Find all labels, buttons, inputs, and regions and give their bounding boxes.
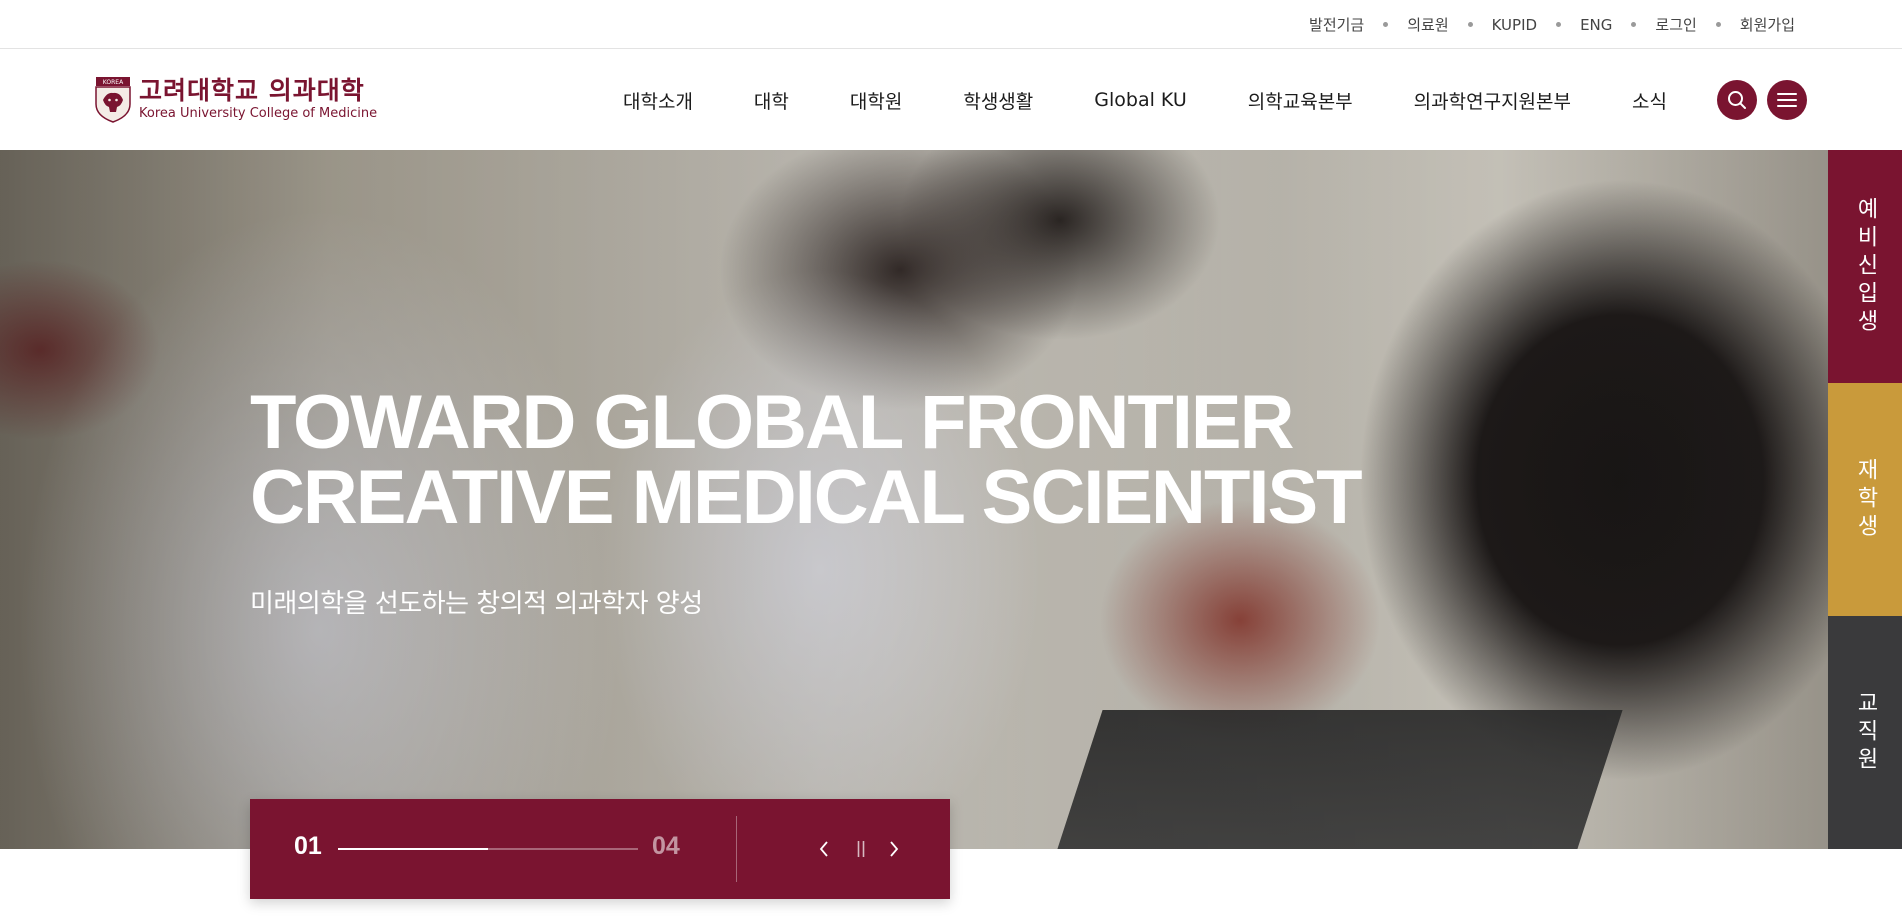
pause-slide-button[interactable]	[847, 835, 875, 863]
separator-dot	[1556, 22, 1562, 27]
quick-tab-label: 교직원	[1853, 690, 1878, 775]
search-button[interactable]	[1717, 80, 1757, 120]
nav-research-support[interactable]: 의과학연구지원본부	[1414, 87, 1571, 114]
quick-tab-label: 재학생	[1853, 457, 1878, 542]
university-emblem-icon: KOREA	[95, 77, 131, 123]
utility-nav: 발전기금 의료원 KUPID ENG 로그인 회원가입	[1309, 0, 1795, 49]
quick-tab-label: 예비신입생	[1853, 196, 1878, 337]
slide-current-number: 01	[294, 832, 322, 860]
nav-student-life[interactable]: 학생생활	[963, 87, 1033, 114]
hero-title: TOWARD GLOBAL FRONTIER CREATIVE MEDICAL …	[250, 380, 1450, 540]
hamburger-menu-icon	[1777, 93, 1797, 107]
utility-link-login[interactable]: 로그인	[1655, 14, 1696, 35]
slide-progress-fill	[338, 848, 488, 850]
nav-global-ku[interactable]: Global KU	[1094, 89, 1187, 111]
chevron-right-icon	[890, 841, 899, 857]
menu-button[interactable]	[1767, 80, 1807, 120]
hero-subtitle: 미래의학을 선도하는 창의적 의과학자 양성	[250, 589, 703, 619]
search-icon	[1728, 91, 1746, 109]
nav-college[interactable]: 대학	[754, 87, 789, 114]
svg-text:KOREA: KOREA	[103, 79, 124, 86]
nav-about[interactable]: 대학소개	[623, 87, 693, 114]
nav-graduate-school[interactable]: 대학원	[850, 87, 902, 114]
quick-tab-faculty[interactable]: 교직원	[1828, 616, 1902, 849]
utility-link-signup[interactable]: 회원가입	[1740, 14, 1795, 35]
site-header: KOREA 고려대학교 의과대학 Korea University Colleg…	[0, 50, 1902, 150]
slide-total-number: 04	[652, 832, 680, 860]
hero-title-line-1: TOWARD GLOBAL FRONTIER	[250, 380, 1295, 465]
site-logo[interactable]: KOREA 고려대학교 의과대학 Korea University Colleg…	[95, 76, 377, 123]
pause-icon	[857, 841, 865, 857]
logo-korean-name: 고려대학교 의과대학	[139, 76, 365, 105]
separator-dot	[1715, 22, 1721, 27]
separator-dot	[1631, 22, 1637, 27]
nav-news[interactable]: 소식	[1632, 87, 1667, 114]
utility-link-fund[interactable]: 발전기금	[1309, 14, 1364, 35]
slide-progress-track	[338, 848, 638, 850]
quick-tab-prospective-students[interactable]: 예비신입생	[1828, 150, 1902, 383]
chevron-left-icon	[819, 841, 828, 857]
separator-dot	[1467, 22, 1473, 27]
quick-tab-current-students[interactable]: 재학생	[1828, 383, 1902, 616]
logo-english-name: Korea University College of Medicine	[139, 106, 378, 121]
hero-banner: TOWARD GLOBAL FRONTIER CREATIVE MEDICAL …	[0, 150, 1828, 849]
slider-control: 01 04	[250, 799, 950, 899]
nav-medical-education[interactable]: 의학교육본부	[1248, 87, 1353, 114]
prev-slide-button[interactable]	[810, 835, 838, 863]
utility-bar: 발전기금 의료원 KUPID ENG 로그인 회원가입	[0, 0, 1902, 49]
slider-divider	[736, 816, 737, 882]
separator-dot	[1383, 22, 1389, 27]
main-nav: 대학소개 대학 대학원 학생생활 Global KU 의학교육본부 의과학연구지…	[623, 50, 1667, 150]
hero-title-line-2: CREATIVE MEDICAL SCIENTIST	[250, 455, 1363, 540]
utility-link-medical-center[interactable]: 의료원	[1407, 14, 1448, 35]
next-slide-button[interactable]	[880, 835, 908, 863]
utility-link-kupid[interactable]: KUPID	[1492, 16, 1537, 34]
utility-link-eng[interactable]: ENG	[1580, 16, 1612, 34]
